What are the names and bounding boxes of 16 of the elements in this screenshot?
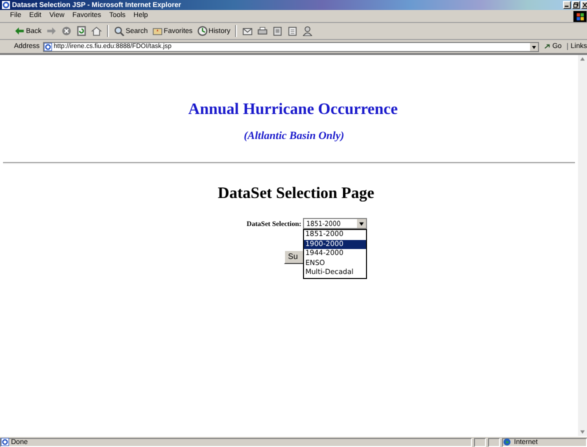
windows-logo-icon xyxy=(573,10,587,22)
page-subheading: (Altlantic Basin Only) xyxy=(244,129,344,143)
status-panel xyxy=(474,438,486,446)
arrow-icon[interactable] xyxy=(544,43,552,50)
page-icon xyxy=(44,42,52,50)
page-heading: Annual Hurricane Occurrence xyxy=(188,100,398,120)
status-panel xyxy=(488,438,500,446)
dropdown-arrow-icon[interactable] xyxy=(357,219,366,228)
arrow-icon[interactable] xyxy=(14,26,25,36)
search-icon[interactable] xyxy=(114,26,125,36)
section-title: DataSet Selection Page xyxy=(218,184,374,204)
browser-icon xyxy=(2,1,10,9)
folder-icon[interactable] xyxy=(152,26,163,36)
dropdown-arrow-icon[interactable] xyxy=(530,42,538,50)
clock-icon[interactable] xyxy=(196,26,208,36)
globe-icon xyxy=(503,438,511,446)
